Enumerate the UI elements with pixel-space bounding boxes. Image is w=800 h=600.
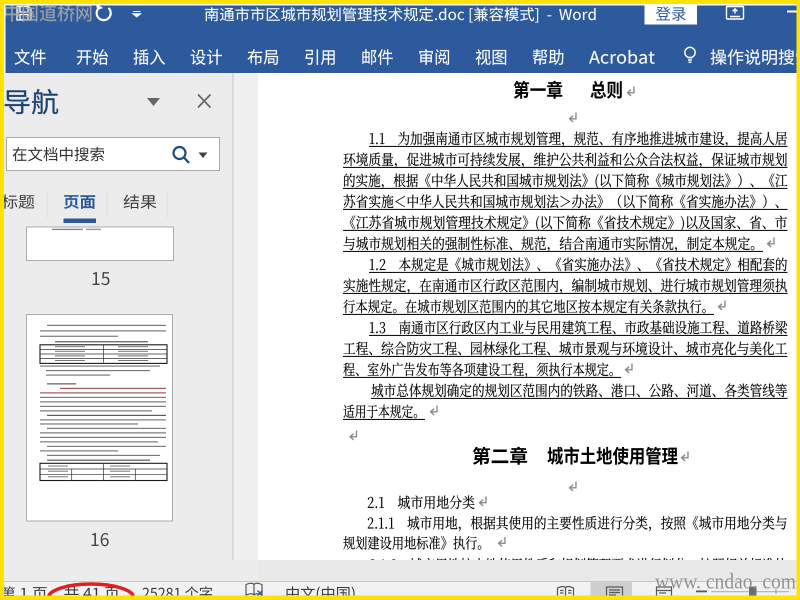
svg-text:www. cndao. com: www. cndao. com bbox=[655, 569, 796, 594]
